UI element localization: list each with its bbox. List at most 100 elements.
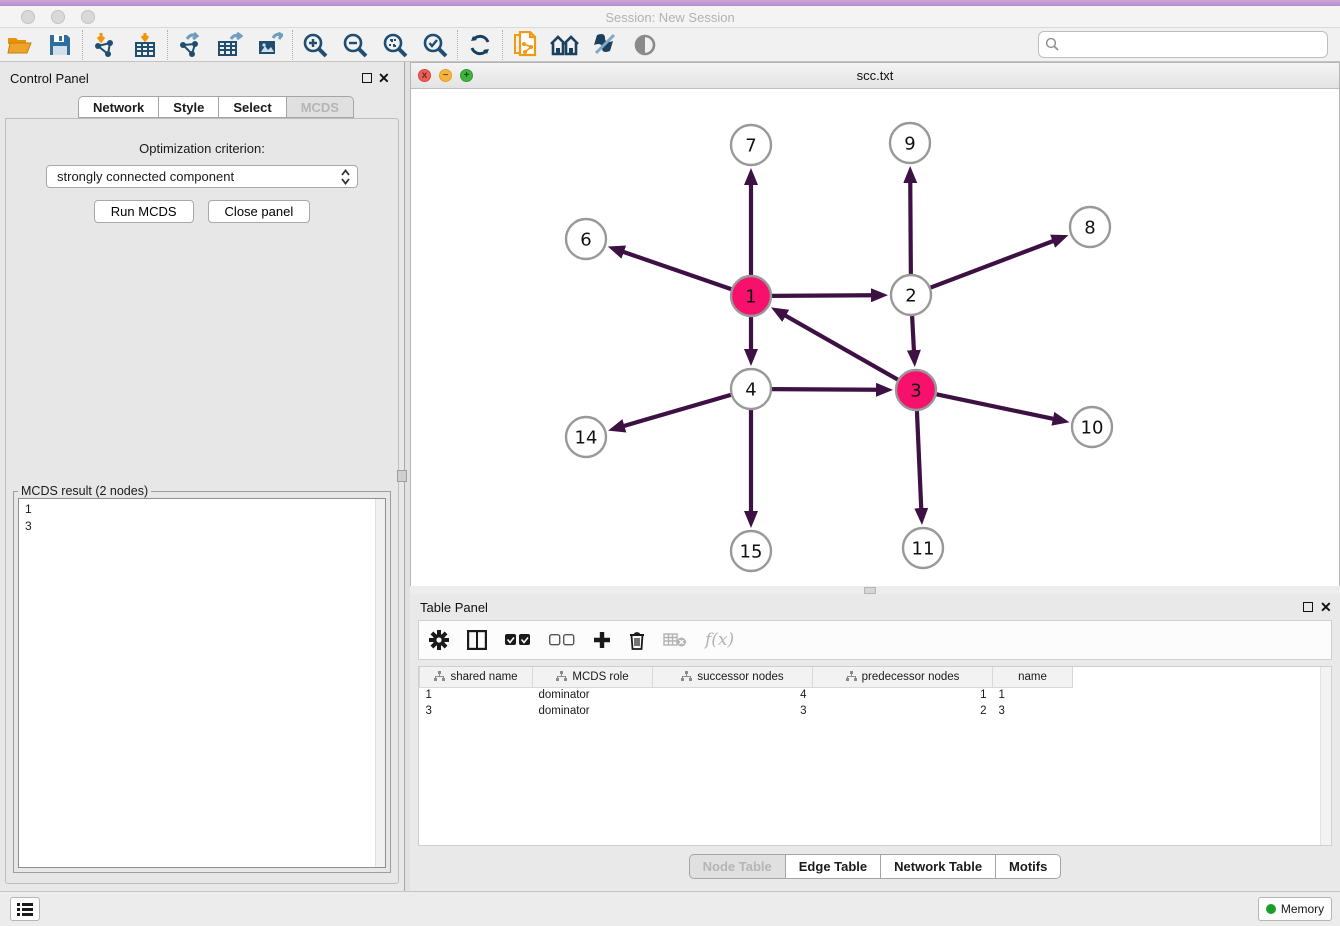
- split-view-button[interactable]: [467, 630, 487, 650]
- mcds-result-text[interactable]: 1 3: [18, 498, 386, 868]
- graph-edge-1-6[interactable]: [623, 252, 731, 289]
- memory-status-icon: [1266, 904, 1276, 914]
- export-image-icon: [257, 32, 283, 58]
- graph-edge-3-10[interactable]: [937, 394, 1054, 419]
- run-mcds-button[interactable]: Run MCDS: [94, 200, 194, 223]
- table-settings-button[interactable]: [429, 630, 449, 650]
- table-cell[interactable]: dominator: [533, 703, 653, 719]
- save-session-button[interactable]: [40, 29, 80, 61]
- open-session-button[interactable]: [0, 29, 40, 61]
- search-input[interactable]: [1038, 31, 1328, 58]
- network-close-button[interactable]: x: [418, 69, 431, 82]
- search-icon: [1045, 37, 1059, 51]
- show-panel-button[interactable]: [625, 29, 665, 61]
- network-minimize-button[interactable]: −: [439, 69, 452, 82]
- app-title: Session: New Session: [0, 10, 1340, 25]
- memory-button-label: Memory: [1281, 902, 1324, 916]
- column-header-successor-nodes[interactable]: successor nodes: [653, 667, 813, 687]
- network-maximize-button[interactable]: +: [460, 69, 473, 82]
- graph-edge-2-8[interactable]: [931, 241, 1054, 288]
- optimization-criterion-select[interactable]: strongly connected component: [46, 165, 358, 188]
- home-layout-button[interactable]: [545, 29, 585, 61]
- table-cell[interactable]: 1: [993, 687, 1073, 703]
- export-table-button[interactable]: [210, 29, 250, 61]
- table-cell[interactable]: 2: [813, 703, 993, 719]
- graph-edge-4-3[interactable]: [772, 389, 877, 390]
- zoom-out-button[interactable]: [335, 29, 375, 61]
- table-panel-float-button[interactable]: [1303, 602, 1313, 612]
- refresh-view-button[interactable]: [460, 29, 500, 61]
- node-table-scrollbar[interactable]: [1320, 667, 1331, 846]
- table-cell[interactable]: 1: [813, 687, 993, 703]
- graph-edge-1-2[interactable]: [772, 295, 872, 296]
- apply-function-button[interactable]: f(x): [705, 630, 734, 650]
- delete-row-button[interactable]: [629, 631, 645, 650]
- column-header-MCDS-role[interactable]: MCDS role: [533, 667, 653, 687]
- graph-edge-4-14[interactable]: [623, 395, 730, 426]
- table-cell[interactable]: 1: [420, 687, 533, 703]
- control-panel-float-button[interactable]: [362, 73, 372, 83]
- tab-mcds[interactable]: MCDS: [286, 96, 354, 118]
- graph-node-label: 14: [575, 427, 598, 448]
- import-table-button[interactable]: [125, 29, 165, 61]
- import-network-button[interactable]: [85, 29, 125, 61]
- select-all-button[interactable]: [505, 634, 531, 646]
- mcds-result-scrollbar[interactable]: [375, 499, 385, 867]
- panel-splitter-handle[interactable]: [397, 470, 407, 482]
- table-cell[interactable]: 3: [420, 703, 533, 719]
- network-graph: 7968124314101511: [411, 89, 1339, 591]
- tab-select[interactable]: Select: [218, 96, 285, 118]
- table-row[interactable]: 1dominator411: [420, 687, 1073, 703]
- deselect-all-button[interactable]: [549, 634, 575, 646]
- add-row-button[interactable]: [593, 631, 611, 649]
- tab-network[interactable]: Network: [78, 96, 158, 118]
- network-view-window: x − + scc.txt 7968124314101511: [410, 62, 1340, 592]
- export-network-button[interactable]: [170, 29, 210, 61]
- graph-edge-2-9[interactable]: [910, 182, 911, 274]
- table-splitter-handle[interactable]: [864, 587, 876, 594]
- zoom-fit-button[interactable]: [375, 29, 415, 61]
- mcds-panel: Optimization criterion: strongly connect…: [5, 118, 399, 884]
- column-header-shared-name[interactable]: shared name: [420, 667, 533, 687]
- toolbar-separator: [292, 30, 293, 60]
- table-cell[interactable]: 4: [653, 687, 813, 703]
- graph-node-label: 8: [1084, 217, 1095, 238]
- tab-network-table[interactable]: Network Table: [880, 854, 995, 879]
- table-cell[interactable]: dominator: [533, 687, 653, 703]
- control-panel-tabs: Network Style Select MCDS: [78, 96, 354, 118]
- graph-edge-3-1[interactable]: [785, 315, 898, 379]
- close-panel-button[interactable]: Close panel: [208, 200, 311, 223]
- tab-motifs[interactable]: Motifs: [995, 854, 1061, 879]
- memory-button[interactable]: Memory: [1258, 897, 1332, 921]
- table-panel-tabs: Node Table Edge Table Network Table Moti…: [410, 854, 1340, 879]
- toolbar-separator: [502, 30, 503, 60]
- chevron-updown-icon: [340, 168, 351, 186]
- delete-column-icon: [663, 632, 687, 648]
- export-table-icon: [217, 32, 243, 58]
- network-canvas[interactable]: 7968124314101511: [411, 89, 1339, 591]
- delete-column-button[interactable]: [663, 632, 687, 648]
- control-panel-close-button[interactable]: ✕: [378, 70, 390, 87]
- table-panel-title: Table Panel: [420, 600, 488, 615]
- table-panel-close-button[interactable]: ✕: [1320, 599, 1332, 616]
- graph-edge-2-3[interactable]: [912, 316, 914, 351]
- tab-edge-table[interactable]: Edge Table: [785, 854, 880, 879]
- export-image-button[interactable]: [250, 29, 290, 61]
- tab-node-table[interactable]: Node Table: [689, 854, 785, 879]
- table-row[interactable]: 3dominator323: [420, 703, 1073, 719]
- column-header-predecessor-nodes[interactable]: predecessor nodes: [813, 667, 993, 687]
- zoom-selected-button[interactable]: [415, 29, 455, 61]
- table-cell[interactable]: 3: [993, 703, 1073, 719]
- table-cell[interactable]: 3: [653, 703, 813, 719]
- column-header-name[interactable]: name: [993, 667, 1073, 687]
- graph-node-label: 10: [1081, 417, 1104, 438]
- hide-panel-button[interactable]: [585, 29, 625, 61]
- task-history-button[interactable]: [10, 897, 40, 921]
- tab-style[interactable]: Style: [158, 96, 218, 118]
- graph-node-label: 15: [740, 541, 763, 562]
- graph-node-label: 2: [905, 285, 916, 306]
- zoom-in-button[interactable]: [295, 29, 335, 61]
- clone-network-button[interactable]: [505, 29, 545, 61]
- graph-edge-3-11[interactable]: [917, 411, 921, 509]
- node-table-header-row: shared nameMCDS rolesuccessor nodesprede…: [420, 667, 1073, 687]
